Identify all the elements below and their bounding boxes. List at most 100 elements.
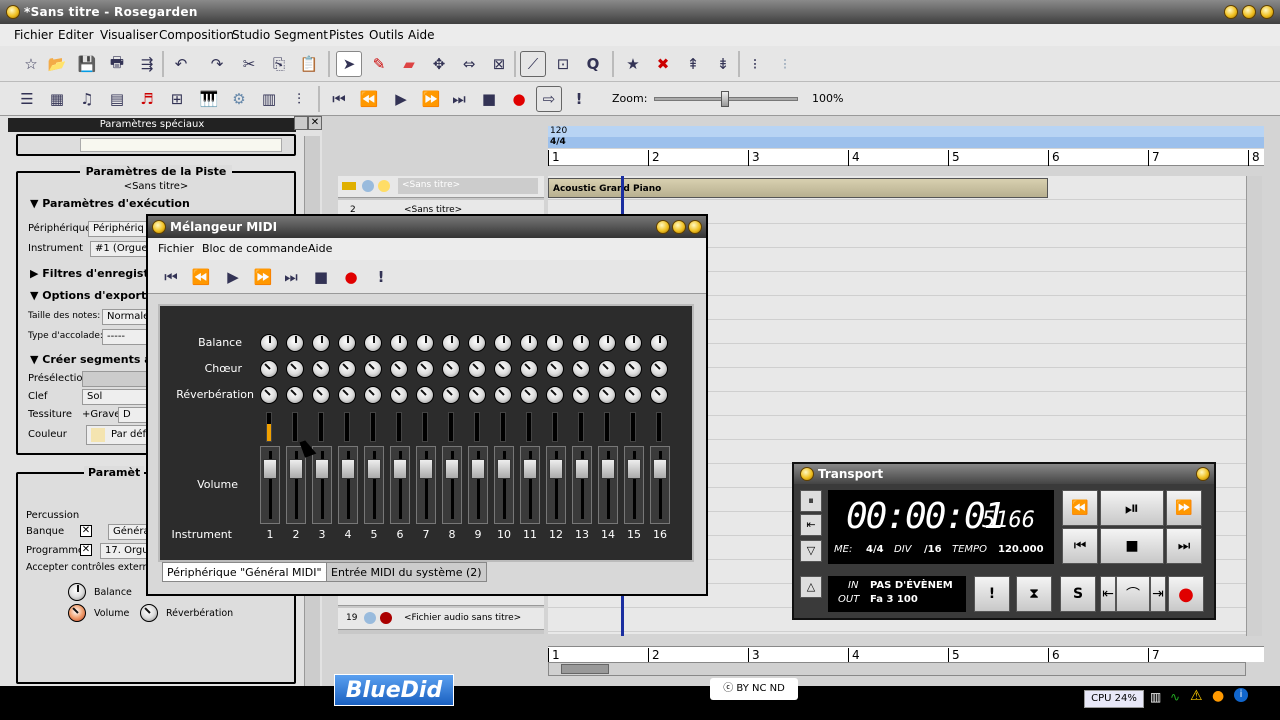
midi-keyboard-icon[interactable]: 🎹 — [196, 86, 222, 112]
track-record-icon[interactable] — [380, 612, 392, 624]
track-name[interactable]: <Fichier audio sans titre> — [404, 613, 521, 623]
rewind-button[interactable]: ⏪ — [1062, 490, 1098, 526]
program-checkbox[interactable]: ✕ — [80, 544, 92, 556]
collapse-button[interactable]: ▽ — [800, 540, 822, 562]
balance-knob[interactable] — [650, 334, 668, 352]
event-list-icon[interactable]: ▤ — [104, 86, 130, 112]
exec-section-toggle[interactable]: ▼ Paramètres d'exécution — [30, 197, 190, 210]
float-panel-button[interactable] — [294, 116, 308, 130]
chorus-knob[interactable] — [286, 360, 304, 378]
fader-handle[interactable] — [497, 459, 511, 479]
mixer-maximize-button[interactable] — [672, 220, 686, 234]
reverb-knob[interactable] — [546, 386, 564, 404]
volume-fader[interactable] — [338, 446, 358, 524]
balance-knob[interactable] — [598, 334, 616, 352]
close-button[interactable] — [1260, 5, 1274, 19]
loop-start-marker-button[interactable]: ⇤ — [1100, 576, 1116, 612]
range-low[interactable]: +Grave — [82, 409, 120, 420]
mixer-close-button[interactable] — [688, 220, 702, 234]
reverb-knob[interactable] — [364, 386, 382, 404]
volume-fader[interactable] — [572, 446, 592, 524]
chorus-knob[interactable] — [572, 360, 590, 378]
reverb-knob[interactable] — [140, 604, 158, 622]
track-name[interactable]: <Sans titre> — [398, 178, 538, 194]
clef-select[interactable]: Sol — [82, 389, 148, 405]
balance-knob[interactable] — [286, 334, 304, 352]
resize-tool-icon[interactable]: ⇔ — [456, 51, 482, 77]
zoom-slider-handle[interactable] — [721, 91, 729, 107]
move-tool-icon[interactable]: ✥ — [426, 51, 452, 77]
select-tool-icon[interactable]: ➤ — [336, 51, 362, 77]
balance-knob[interactable] — [364, 334, 382, 352]
chorus-knob[interactable] — [624, 360, 642, 378]
fast-forward-icon[interactable]: ⏩ — [250, 264, 276, 290]
time-display[interactable]: 00:00:01 5166 ME: 4/4 DIV /16 TEMPO 120.… — [828, 490, 1054, 564]
reverb-knob[interactable] — [520, 386, 538, 404]
volume-fader[interactable] — [390, 446, 410, 524]
create-section-toggle[interactable]: ▼ Créer segments a — [30, 353, 152, 366]
vertical-scrollbar[interactable] — [1246, 176, 1262, 636]
stop-icon[interactable]: ■ — [308, 264, 334, 290]
percussion-editor-icon[interactable]: ▦ — [44, 86, 70, 112]
panic-button[interactable]: ! — [974, 576, 1010, 612]
balance-knob[interactable] — [416, 334, 434, 352]
split-tool-icon[interactable]: ⊠ — [486, 51, 512, 77]
fader-handle[interactable] — [263, 459, 277, 479]
fast-forward-button[interactable]: ⏩ — [1166, 490, 1202, 526]
audio-mixer-icon[interactable]: ▥ — [256, 86, 282, 112]
record-icon[interactable]: ● — [506, 86, 532, 112]
time-signature-ruler[interactable]: 4/4 — [548, 137, 1264, 148]
tab-midi-input[interactable]: Entrée MIDI du système (2) — [326, 562, 487, 582]
split-pitch-icon[interactable]: ⊡ — [550, 51, 576, 77]
volume-fader[interactable] — [546, 446, 566, 524]
fader-handle[interactable] — [653, 459, 667, 479]
volume-fader[interactable] — [312, 446, 332, 524]
print-icon[interactable]: 🖶 — [104, 51, 130, 77]
forward-end-icon[interactable]: ⏭ — [278, 264, 304, 290]
bank-checkbox[interactable]: ✕ — [80, 525, 92, 537]
chorus-knob[interactable] — [520, 360, 538, 378]
hscroll-thumb[interactable] — [561, 664, 609, 674]
reverb-knob[interactable] — [598, 386, 616, 404]
fader-handle[interactable] — [341, 459, 355, 479]
volume-fader[interactable] — [598, 446, 618, 524]
warning-icon[interactable]: ⚠ — [1190, 688, 1203, 704]
pause-side-button[interactable]: ⏸ — [800, 490, 822, 512]
fader-handle[interactable] — [523, 459, 537, 479]
mixer-menu-bloc[interactable]: Bloc de commande — [202, 242, 308, 255]
track-row[interactable]: 19 <Fichier audio sans titre> — [338, 608, 544, 630]
balance-knob[interactable] — [442, 334, 460, 352]
color-select[interactable]: Par déf — [86, 425, 148, 445]
volume-fader[interactable] — [624, 446, 644, 524]
reverb-knob[interactable] — [650, 386, 668, 404]
loop-button[interactable]: ⌒ — [1116, 576, 1150, 612]
volume-fader[interactable] — [286, 446, 306, 524]
fader-handle[interactable] — [289, 459, 303, 479]
rewind-start-icon[interactable]: ⏮ — [326, 86, 352, 112]
bar-ruler[interactable]: 1 2 3 4 5 6 7 8 — [548, 149, 1264, 166]
zoom-out-icon[interactable]: ⁝ — [772, 51, 798, 77]
rewind-icon[interactable]: ⏪ — [188, 264, 214, 290]
tempo-editor-icon[interactable]: ♬ — [134, 86, 160, 112]
rewind-start-icon[interactable]: ⏮ — [158, 264, 184, 290]
reverb-knob[interactable] — [312, 386, 330, 404]
reverb-knob[interactable] — [390, 386, 408, 404]
volume-knob[interactable] — [68, 604, 86, 622]
join-tool-icon[interactable]: ⟋ — [520, 51, 546, 77]
export-icon[interactable]: ⇶ — [134, 51, 160, 77]
save-icon[interactable]: 💾 — [74, 51, 100, 77]
volume-fader[interactable] — [468, 446, 488, 524]
mixer-menu-icon[interactable] — [152, 220, 166, 234]
move-track-down-icon[interactable]: ⇟ — [710, 51, 736, 77]
mixer-minimize-button[interactable] — [656, 220, 670, 234]
midi-mixer-icon[interactable]: ⫶ — [286, 86, 312, 112]
balance-knob[interactable] — [572, 334, 590, 352]
rec-filters-toggle[interactable]: ▶ Filtres d'enregistr — [30, 267, 154, 280]
instrument-select[interactable]: #1 (Orgue — [90, 241, 148, 257]
reverb-knob[interactable] — [286, 386, 304, 404]
quantize-icon[interactable]: Q — [580, 51, 606, 77]
fader-handle[interactable] — [445, 459, 459, 479]
fader-handle[interactable] — [627, 459, 641, 479]
chorus-knob[interactable] — [390, 360, 408, 378]
balance-knob[interactable] — [312, 334, 330, 352]
